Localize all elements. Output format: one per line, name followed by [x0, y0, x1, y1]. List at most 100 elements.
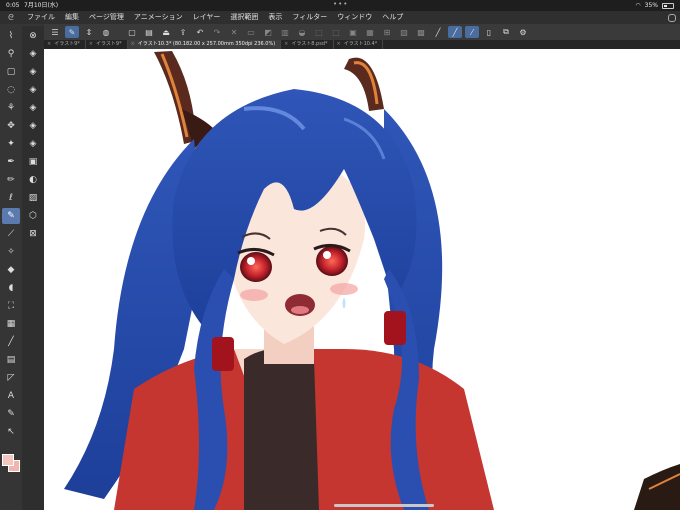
- copy-icon[interactable]: ◩: [261, 26, 275, 38]
- document-tabs: × イラスト9* × イラスト9* × イラスト10.3* (80.182.00 x …: [44, 40, 680, 49]
- airbrush-icon[interactable]: ⟋: [2, 226, 20, 242]
- subtool-10-icon[interactable]: ⬡: [24, 208, 42, 224]
- menu-animation[interactable]: アニメーション: [129, 11, 188, 24]
- subtool-4-icon[interactable]: ◈: [24, 100, 42, 116]
- stroke-icon-1[interactable]: ╱: [431, 26, 445, 38]
- save-icon[interactable]: ⏏: [159, 26, 173, 38]
- menu-selection[interactable]: 選択範囲: [225, 11, 263, 24]
- stroke-icon-3[interactable]: ⁄: [465, 26, 479, 38]
- color-swatches[interactable]: [2, 454, 22, 474]
- more-icon[interactable]: [668, 14, 676, 22]
- tab-5[interactable]: × イラスト10.4*: [334, 40, 384, 49]
- close-icon[interactable]: ×: [47, 40, 51, 49]
- text-icon[interactable]: A: [2, 388, 20, 404]
- move-icon[interactable]: ✥: [2, 118, 20, 134]
- undo-icon[interactable]: ↶: [193, 26, 207, 38]
- blend-icon[interactable]: ◖: [2, 280, 20, 296]
- close-icon[interactable]: ×: [131, 40, 135, 49]
- menu-help[interactable]: ヘルプ: [377, 11, 408, 24]
- stroke-icon-2[interactable]: ╱: [448, 26, 462, 38]
- subtool-3-icon[interactable]: ◈: [24, 82, 42, 98]
- tab-4[interactable]: × イラスト8.psd*: [281, 40, 334, 49]
- pen-icon[interactable]: ✒: [2, 154, 20, 170]
- paste-icon[interactable]: ▥: [278, 26, 292, 38]
- auto-select-icon[interactable]: ⚘: [2, 100, 20, 116]
- subtool-9-icon[interactable]: ▨: [24, 190, 42, 206]
- device-icon[interactable]: ▯: [482, 26, 496, 38]
- status-right: ◠ 35%: [635, 0, 674, 11]
- sparkle-2-icon[interactable]: ✧: [2, 244, 20, 260]
- balloon-icon[interactable]: ✎: [2, 406, 20, 422]
- transform-icon[interactable]: ⬚: [312, 26, 326, 38]
- clip-studio-icon[interactable]: ᘓ: [0, 11, 22, 24]
- menu-page[interactable]: ページ管理: [84, 11, 129, 24]
- menu-file[interactable]: ファイル: [22, 11, 60, 24]
- lasso-icon[interactable]: ◌: [2, 82, 20, 98]
- canvas[interactable]: [44, 49, 680, 510]
- settings-icon[interactable]: ⚙: [516, 26, 530, 38]
- subtool-1-icon[interactable]: ◈: [24, 46, 42, 62]
- subtool-search-icon[interactable]: ⊗: [24, 28, 42, 44]
- fill-bucket-icon[interactable]: ⛶: [2, 298, 20, 314]
- deselect-icon[interactable]: ⬚: [329, 26, 343, 38]
- new-file-icon[interactable]: ▢: [125, 26, 139, 38]
- grid-icon[interactable]: ▩: [414, 26, 428, 38]
- sparkle-icon[interactable]: ✦: [2, 136, 20, 152]
- status-bar: 0:05 7月10日(水) ••• ◠ 35%: [0, 0, 680, 11]
- gradient-icon[interactable]: ▦: [2, 316, 20, 332]
- close-icon[interactable]: ×: [284, 40, 288, 49]
- frame-icon[interactable]: ▤: [2, 352, 20, 368]
- command-bar: ☰ ✎ ⇕ ◍ ▢ ▤ ⏏ ⇪ ↶ ↷ ✕ ▭ ◩ ▥ ◒ ⬚ ⬚ ▣ ▦ ⊞ …: [44, 24, 680, 40]
- menu-view[interactable]: 表示: [263, 11, 287, 24]
- foreground-color[interactable]: [2, 454, 14, 466]
- menu-layer[interactable]: レイヤー: [188, 11, 226, 24]
- illustration: [64, 51, 680, 510]
- snap-icon[interactable]: ⊞: [380, 26, 394, 38]
- multitasking-dots[interactable]: •••: [333, 0, 348, 10]
- subtool-6-icon[interactable]: ◈: [24, 136, 42, 152]
- tab-1[interactable]: × イラスト9*: [44, 40, 86, 49]
- fill-icon[interactable]: ◒: [295, 26, 309, 38]
- status-time: 0:05: [6, 2, 20, 9]
- paint-brush-icon[interactable]: ✎: [2, 208, 20, 224]
- tab-3-active[interactable]: × イラスト10.3* (80.182.00 x 257.00mm 350dpi …: [127, 40, 282, 49]
- share-icon[interactable]: ⧉: [499, 26, 513, 38]
- home-indicator[interactable]: [334, 504, 434, 507]
- pen-mode-icon[interactable]: ✎: [65, 26, 79, 38]
- menu-window[interactable]: ウィンドウ: [332, 11, 377, 24]
- close-icon[interactable]: ×: [89, 40, 93, 49]
- selection-icon[interactable]: ▦: [363, 26, 377, 38]
- subtool-5-icon[interactable]: ◈: [24, 118, 42, 134]
- tab-2[interactable]: × イラスト9*: [86, 40, 128, 49]
- companion-icon[interactable]: ◍: [99, 26, 113, 38]
- left-eye: [240, 252, 272, 282]
- menu-icon[interactable]: ☰: [48, 26, 62, 38]
- redo-icon[interactable]: ↷: [210, 26, 224, 38]
- menu-edit[interactable]: 編集: [60, 11, 84, 24]
- subtool-2-icon[interactable]: ◈: [24, 64, 42, 80]
- zoom-icon[interactable]: ⚲: [2, 46, 20, 62]
- menu-filter[interactable]: フィルター: [287, 11, 332, 24]
- open-icon[interactable]: ▤: [142, 26, 156, 38]
- close-icon[interactable]: ×: [337, 40, 341, 49]
- ruler-tool-icon[interactable]: ◸: [2, 370, 20, 386]
- pencil-icon[interactable]: ✏: [2, 172, 20, 188]
- subtool-7-icon[interactable]: ▣: [24, 154, 42, 170]
- eraser-icon[interactable]: ◆: [2, 262, 20, 278]
- export-icon[interactable]: ⇪: [176, 26, 190, 38]
- ruler-icon[interactable]: ▧: [397, 26, 411, 38]
- clear-icon[interactable]: ✕: [227, 26, 241, 38]
- brush-icon[interactable]: ℓ: [2, 190, 20, 206]
- figure-icon[interactable]: ╱: [2, 334, 20, 350]
- cut-icon[interactable]: ▭: [244, 26, 258, 38]
- right-eye: [316, 246, 348, 276]
- wifi-icon: ◠: [635, 2, 641, 9]
- eyedropper-icon[interactable]: ⌇: [2, 28, 20, 44]
- subtool-11-icon[interactable]: ⊠: [24, 226, 42, 242]
- stepper-icon[interactable]: ⇕: [82, 26, 96, 38]
- invert-icon[interactable]: ▣: [346, 26, 360, 38]
- tool-palette: ⌇ ⚲ ▢ ◌ ⚘ ✥ ✦ ✒ ✏ ℓ ✎ ⟋ ✧ ◆ ◖ ⛶ ▦ ╱ ▤ ◸ …: [0, 24, 44, 510]
- subtool-8-icon[interactable]: ◐: [24, 172, 42, 188]
- rect-select-icon[interactable]: ▢: [2, 64, 20, 80]
- correction-icon[interactable]: ↖: [2, 424, 20, 440]
